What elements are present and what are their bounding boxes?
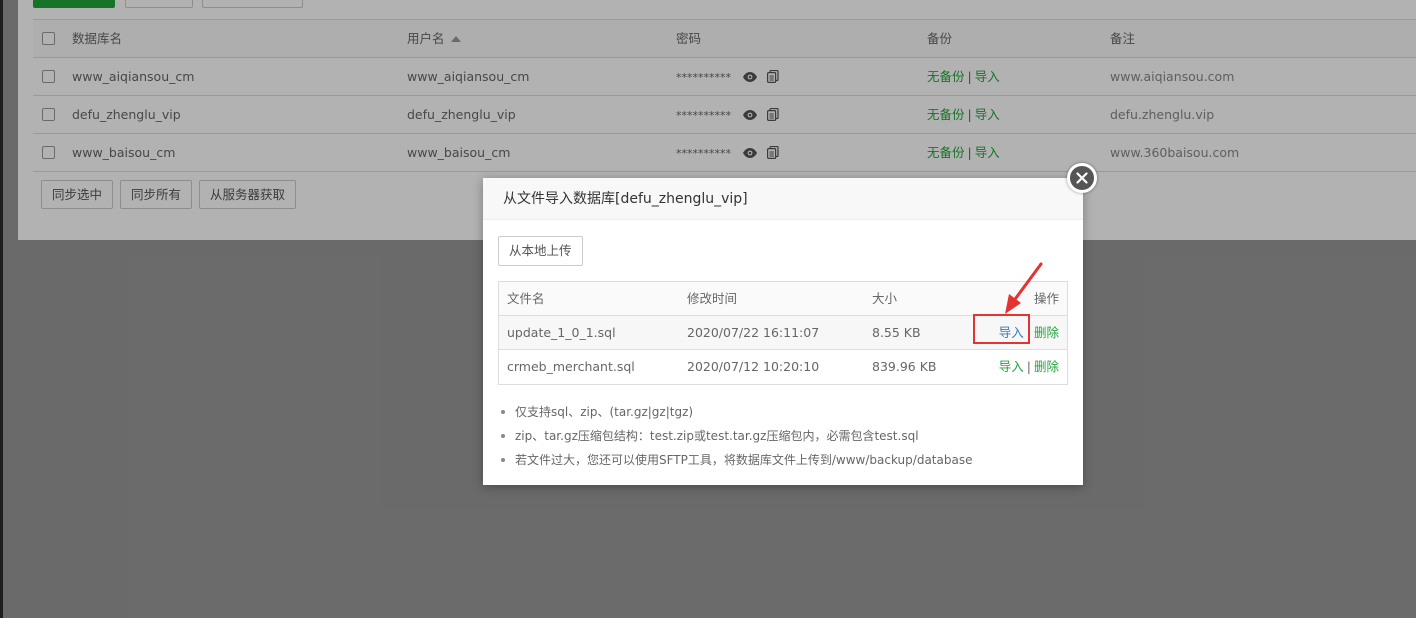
annotation-arrow-icon xyxy=(1005,262,1043,314)
dialog-title: 从文件导入数据库[defu_zhenglu_vip] xyxy=(483,178,1083,220)
header-size: 大小 xyxy=(872,291,898,306)
close-icon[interactable] xyxy=(1067,163,1097,193)
import-file-button[interactable]: 导入 xyxy=(999,359,1024,374)
file-modified: 2020/07/22 16:11:07 xyxy=(687,325,820,340)
file-modified: 2020/07/12 10:20:10 xyxy=(687,359,820,374)
highlight-box xyxy=(973,314,1030,344)
header-filename: 文件名 xyxy=(507,291,545,306)
delete-file-button[interactable]: 删除 xyxy=(1034,325,1059,340)
file-table-header: 文件名 修改时间 大小 操作 xyxy=(499,282,1067,316)
file-name: crmeb_merchant.sql xyxy=(507,359,635,374)
file-size: 8.55 KB xyxy=(872,325,921,340)
file-name: update_1_0_1.sql xyxy=(507,325,616,340)
import-dialog: 从文件导入数据库[defu_zhenglu_vip] 从本地上传 文件名 修改时… xyxy=(483,163,1097,485)
delete-file-button[interactable]: 删除 xyxy=(1034,359,1059,374)
file-row: crmeb_merchant.sql 2020/07/12 10:20:10 8… xyxy=(499,350,1067,384)
separator: | xyxy=(1026,359,1031,374)
file-actions: 导入 | 删除 xyxy=(999,350,1059,383)
page: 数据库名 用户名 密码 备份 备注 www_aiqiansou_cm www_a… xyxy=(0,0,1416,618)
tip-item: 仅支持sql、zip、(tar.gz|gz|tgz) xyxy=(498,400,972,424)
header-modified: 修改时间 xyxy=(687,291,738,306)
upload-local-button[interactable]: 从本地上传 xyxy=(498,236,583,266)
tip-item: 若文件过大，您还可以使用SFTP工具，将数据库文件上传到/www/backup/… xyxy=(498,448,972,472)
tip-item: zip、tar.gz压缩包结构：test.zip或test.tar.gz压缩包内… xyxy=(498,424,972,448)
tips-list: 仅支持sql、zip、(tar.gz|gz|tgz) zip、tar.gz压缩包… xyxy=(498,400,972,472)
file-size: 839.96 KB xyxy=(872,359,937,374)
